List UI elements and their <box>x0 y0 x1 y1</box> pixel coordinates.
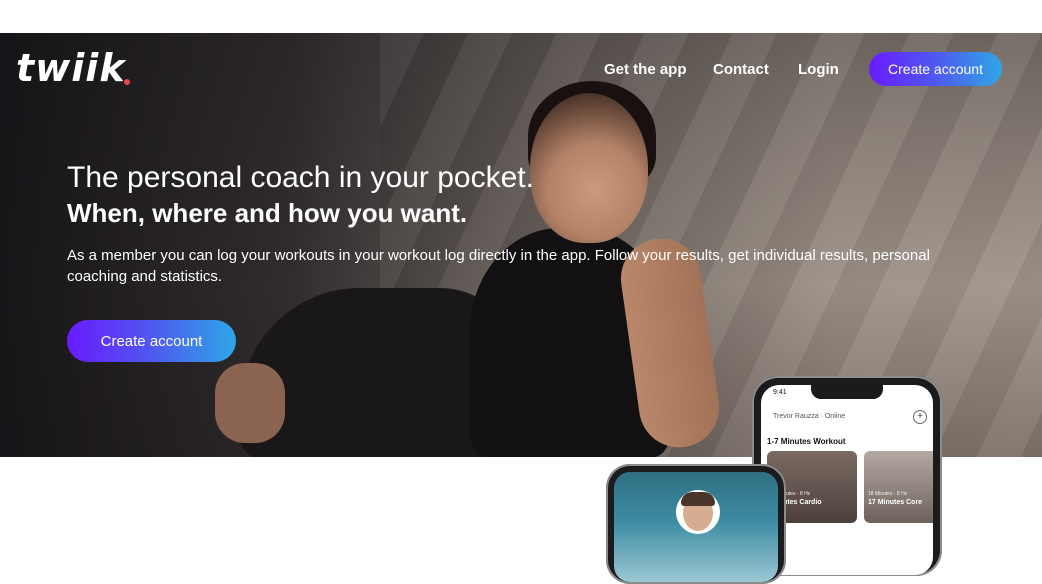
phone-section-heading: 1-7 Minutes Workout <box>767 437 846 446</box>
hero-description: As a member you can log your workouts in… <box>67 247 930 285</box>
hero-photo-foot <box>215 363 285 443</box>
phone-status-time: 9:41 <box>773 389 787 396</box>
nav-contact[interactable]: Contact <box>713 61 769 78</box>
twiik-logo[interactable]: twiik <box>16 46 126 90</box>
nav-login[interactable]: Login <box>798 61 839 78</box>
workout-card: 18 Minutes · 8 Hz 17 Minutes Core <box>864 451 933 523</box>
top-whitespace <box>0 0 1042 33</box>
avatar-hair <box>681 492 715 506</box>
hero-photo-face <box>530 93 648 243</box>
workout-card-meta: 18 Minutes · 8 Hz <box>868 491 908 497</box>
coach-avatar <box>676 490 720 534</box>
logo-dot <box>124 79 130 85</box>
phone-notch <box>811 385 883 399</box>
phone-front-screen <box>614 472 778 582</box>
hero-subtitle: When, where and how you want. <box>67 198 468 228</box>
phone-mockup-front <box>606 464 786 584</box>
add-icon: + <box>913 410 927 424</box>
workout-card-title: 17 Minutes Core <box>868 499 923 506</box>
phone-screen: 9:41 Trevor Rauzza · Online + 1-7 Minute… <box>761 385 933 575</box>
phone-user-line: Trevor Rauzza · Online <box>773 413 846 420</box>
hero-create-account-button[interactable]: Create account <box>67 320 236 362</box>
hero-title: The personal coach in your pocket. <box>67 161 534 194</box>
header-create-account-button[interactable]: Create account <box>869 52 1002 86</box>
nav-get-the-app[interactable]: Get the app <box>604 61 687 78</box>
